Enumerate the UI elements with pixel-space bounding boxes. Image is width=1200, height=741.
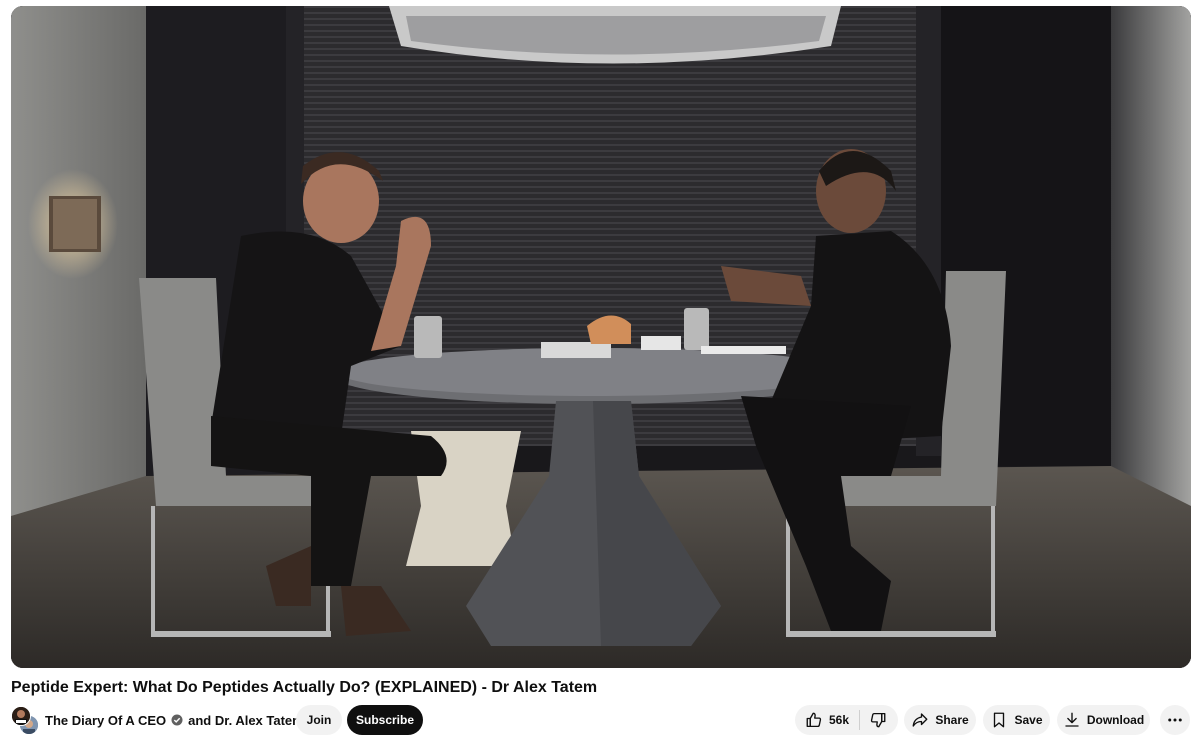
collaborator-name[interactable]: and Dr. Alex Tatem: [188, 713, 304, 728]
owner-row: The Diary Of A CEO and Dr. Alex Tatem Jo…: [11, 705, 1191, 735]
channel-avatar[interactable]: [11, 706, 31, 726]
channel-name[interactable]: The Diary Of A CEO: [45, 713, 166, 728]
channel-names: The Diary Of A CEO and Dr. Alex Tatem: [45, 705, 304, 735]
like-button[interactable]: 56k: [795, 705, 859, 735]
save-label: Save: [1014, 713, 1043, 727]
save-button[interactable]: Save: [983, 705, 1050, 735]
dislike-button[interactable]: [860, 705, 896, 735]
video-title: Peptide Expert: What Do Peptides Actuall…: [11, 679, 598, 696]
join-button[interactable]: Join: [296, 705, 342, 735]
more-horizontal-icon: [1166, 711, 1184, 729]
share-button[interactable]: Share: [904, 705, 976, 735]
share-label: Share: [935, 713, 969, 727]
download-label: Download: [1086, 713, 1145, 727]
check-circle-icon: [171, 714, 183, 726]
download-button[interactable]: Download: [1057, 705, 1150, 735]
channel-avatars[interactable]: [11, 706, 39, 735]
video-player[interactable]: [11, 6, 1191, 668]
more-actions-button[interactable]: [1160, 705, 1190, 735]
video-frame: [11, 6, 1191, 668]
thumbs-down-icon: [869, 711, 887, 729]
bookmark-icon: [990, 711, 1008, 729]
share-arrow-icon: [911, 711, 929, 729]
watch-page: Peptide Expert: What Do Peptides Actuall…: [0, 0, 1200, 741]
download-icon: [1063, 711, 1081, 729]
like-dislike-group: 56k: [795, 705, 898, 735]
thumbs-up-icon: [805, 711, 823, 729]
subscribe-button[interactable]: Subscribe: [347, 705, 423, 735]
like-count: 56k: [829, 713, 850, 727]
